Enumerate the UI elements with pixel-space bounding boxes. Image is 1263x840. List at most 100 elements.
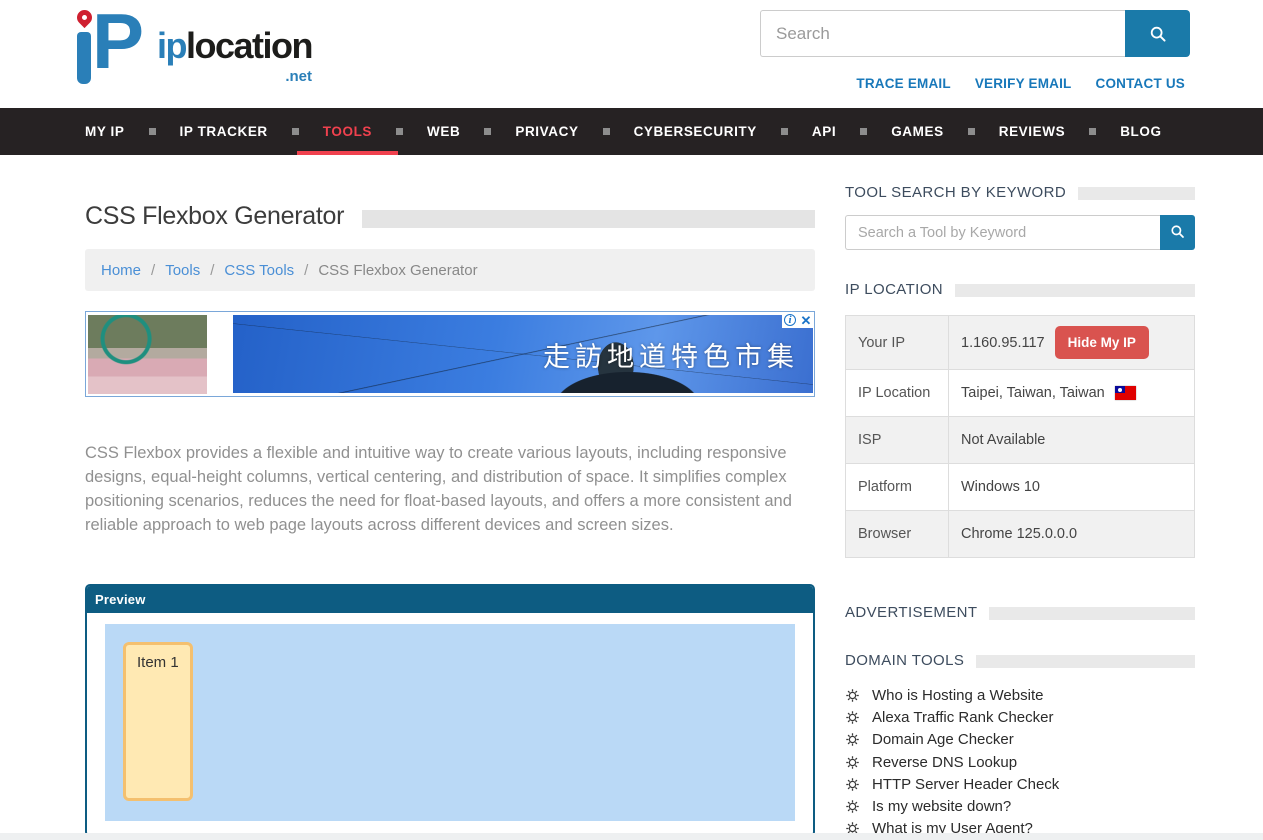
logo-i-stem	[77, 32, 91, 84]
nav-privacy[interactable]: PRIVACY	[491, 108, 602, 155]
table-row: Browser Chrome 125.0.0.0	[846, 511, 1195, 558]
table-row: IP Location Taipei, Taiwan, Taiwan	[846, 370, 1195, 417]
tool-link-domain-age[interactable]: Domain Age Checker	[845, 729, 1195, 751]
nav-tools[interactable]: TOOLS	[299, 108, 396, 155]
main-content: CSS Flexbox Generator Home / Tools / CSS…	[0, 155, 1263, 840]
heading-decoration-bar	[976, 655, 1195, 668]
site-search-input[interactable]	[760, 10, 1125, 57]
ip-location-heading-label: IP LOCATION	[845, 281, 943, 298]
breadcrumb: Home / Tools / CSS Tools / CSS Flexbox G…	[85, 249, 815, 291]
row-value: Taipei, Taiwan, Taiwan	[949, 370, 1195, 417]
nav-separator	[781, 128, 788, 135]
nav-reviews[interactable]: REVIEWS	[975, 108, 1089, 155]
content-column: CSS Flexbox Generator Home / Tools / CSS…	[85, 202, 815, 837]
row-value: Not Available	[949, 417, 1195, 464]
table-row: Your IP 1.160.95.117 Hide My IP	[846, 316, 1195, 370]
search-icon	[1149, 25, 1167, 43]
tool-link-reverse-dns[interactable]: Reverse DNS Lookup	[845, 751, 1195, 773]
tool-search-heading: TOOL SEARCH BY KEYWORD	[845, 184, 1195, 201]
nav-label: MY IP	[85, 124, 125, 139]
ad-controls: i ✕	[782, 312, 814, 328]
nav-separator	[396, 128, 403, 135]
title-decoration-bar	[362, 210, 815, 228]
logo-p-glyph: P	[92, 0, 142, 87]
taiwan-flag-icon	[1115, 386, 1136, 400]
nav-ip-tracker[interactable]: IP TRACKER	[156, 108, 292, 155]
site-search	[760, 10, 1190, 57]
nav-label: TOOLS	[323, 124, 372, 139]
ad-image-building: 走訪地道特色市集	[233, 315, 813, 393]
tool-link-alexa-rank[interactable]: Alexa Traffic Rank Checker	[845, 706, 1195, 728]
nav-label: IP TRACKER	[180, 124, 268, 139]
logo-mark-icon: P	[75, 8, 163, 86]
logo-text-location: location	[186, 25, 312, 66]
site-logo[interactable]: P iplocation .net	[75, 8, 312, 86]
nav-label: CYBERSECURITY	[634, 124, 757, 139]
breadcrumb-current: CSS Flexbox Generator	[318, 262, 477, 279]
nav-label: GAMES	[891, 124, 944, 139]
tool-search-button[interactable]	[1160, 215, 1195, 250]
tool-search-heading-label: TOOL SEARCH BY KEYWORD	[845, 184, 1066, 201]
logo-text-net: .net	[285, 69, 312, 84]
row-value: 1.160.95.117 Hide My IP	[949, 316, 1195, 370]
sidebar: TOOL SEARCH BY KEYWORD IP LOCATION Your …	[845, 184, 1195, 840]
logo-text-ip: ip	[157, 25, 186, 66]
row-label: IP Location	[846, 370, 949, 417]
domain-tools-list: Who is Hosting a Website Alexa Traffic R…	[845, 684, 1195, 840]
heading-decoration-bar	[955, 284, 1195, 297]
tool-link-hosting[interactable]: Who is Hosting a Website	[845, 684, 1195, 706]
row-label: Browser	[846, 511, 949, 558]
table-row: Platform Windows 10	[846, 464, 1195, 511]
breadcrumb-separator: /	[210, 262, 214, 279]
preview-header: Preview	[87, 586, 813, 613]
trace-email-link[interactable]: TRACE EMAIL	[856, 76, 950, 91]
tool-link-http-header[interactable]: HTTP Server Header Check	[845, 773, 1195, 795]
tool-link-label: Is my website down?	[872, 798, 1011, 815]
tool-link-label: Who is Hosting a Website	[872, 687, 1043, 704]
breadcrumb-home[interactable]: Home	[101, 262, 141, 279]
gear-icon	[845, 777, 860, 792]
nav-my-ip[interactable]: MY IP	[61, 108, 149, 155]
nav-separator	[860, 128, 867, 135]
logo-wordmark: iplocation .net	[157, 28, 312, 86]
ad-banner[interactable]: 走訪地道特色市集 i ✕	[85, 311, 815, 397]
nav-games[interactable]: GAMES	[867, 108, 968, 155]
gear-icon	[845, 755, 860, 770]
ip-location-table: Your IP 1.160.95.117 Hide My IP IP Locat…	[845, 315, 1195, 558]
heading-decoration-bar	[1078, 187, 1195, 200]
nav-separator	[603, 128, 610, 135]
verify-email-link[interactable]: VERIFY EMAIL	[975, 76, 1072, 91]
tool-link-website-down[interactable]: Is my website down?	[845, 795, 1195, 817]
ip-location-value: Taipei, Taiwan, Taiwan	[961, 385, 1105, 401]
nav-label: PRIVACY	[515, 124, 578, 139]
nav-cybersecurity[interactable]: CYBERSECURITY	[610, 108, 781, 155]
gear-icon	[845, 799, 860, 814]
nav-blog[interactable]: BLOG	[1096, 108, 1185, 155]
ip-location-heading: IP LOCATION	[845, 281, 1195, 298]
nav-web[interactable]: WEB	[403, 108, 484, 155]
your-ip-value: 1.160.95.117	[961, 335, 1045, 351]
advertisement-heading: ADVERTISEMENT	[845, 604, 1195, 621]
nav-label: BLOG	[1120, 124, 1161, 139]
nav-api[interactable]: API	[788, 108, 860, 155]
flex-preview-item: Item 1	[123, 642, 193, 801]
contact-us-link[interactable]: CONTACT US	[1096, 76, 1186, 91]
nav-label: API	[812, 124, 836, 139]
tool-link-label: Alexa Traffic Rank Checker	[872, 709, 1053, 726]
nav-separator	[484, 128, 491, 135]
nav-separator	[1089, 128, 1096, 135]
ad-close-icon[interactable]: ✕	[798, 312, 814, 328]
ad-info-icon[interactable]: i	[782, 312, 798, 328]
hide-my-ip-button[interactable]: Hide My IP	[1055, 326, 1149, 359]
tool-search-form	[845, 215, 1195, 250]
tool-description: CSS Flexbox provides a flexible and intu…	[85, 441, 815, 537]
site-search-button[interactable]	[1125, 10, 1190, 57]
breadcrumb-tools[interactable]: Tools	[165, 262, 200, 279]
breadcrumb-css-tools[interactable]: CSS Tools	[224, 262, 294, 279]
gear-icon	[845, 710, 860, 725]
tool-search-input[interactable]	[845, 215, 1160, 250]
heading-decoration-bar	[989, 607, 1195, 620]
main-nav: MY IP IP TRACKER TOOLS WEB PRIVACY CYBER…	[0, 108, 1263, 155]
nav-separator	[968, 128, 975, 135]
page-bottom-strip	[0, 833, 1263, 840]
